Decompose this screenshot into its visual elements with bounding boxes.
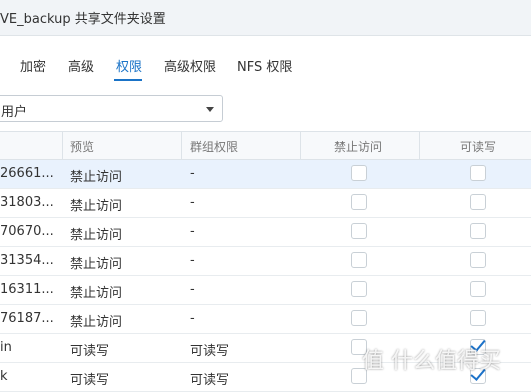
watermark-text: 值 什么值得买 xyxy=(362,349,501,374)
preview-permission: 可读写 xyxy=(70,373,110,388)
table-row[interactable]: 31803... 禁止访问 - xyxy=(0,189,531,218)
deny-access-checkbox[interactable] xyxy=(351,310,367,326)
title-bar: VE_backup 共享文件夹设置 xyxy=(0,0,531,36)
tab-bar: 加密 高级 权限 高级权限 NFS 权限 xyxy=(0,44,531,81)
active-tab-indicator xyxy=(114,79,142,81)
preview-permission: 禁止访问 xyxy=(70,170,123,185)
user-name: in xyxy=(0,340,12,355)
user-name: 31354... xyxy=(0,253,54,268)
header-read-write[interactable]: 可读写 xyxy=(460,138,496,155)
watermark-logo: 值 什么值得买 xyxy=(362,343,501,375)
preview-permission: 禁止访问 xyxy=(70,228,123,243)
window-title: VE_backup 共享文件夹设置 xyxy=(0,12,166,27)
chevron-down-icon xyxy=(206,107,214,112)
group-permission: - xyxy=(190,166,195,181)
table-header: 预览 群组权限 禁止访问 可读写 xyxy=(0,131,531,161)
group-permission: 可读写 xyxy=(190,344,230,359)
deny-access-checkbox[interactable] xyxy=(351,194,367,210)
deny-access-checkbox[interactable] xyxy=(351,223,367,239)
table-row[interactable]: 16311... 禁止访问 - xyxy=(0,276,531,305)
user-name: 31803... xyxy=(0,195,54,210)
preview-permission: 禁止访问 xyxy=(70,315,123,330)
header-group-permissions[interactable]: 群组权限 xyxy=(190,138,238,155)
group-permission: - xyxy=(190,282,195,297)
table-row[interactable]: 70670... 禁止访问 - xyxy=(0,218,531,247)
tab-advanced-permissions[interactable]: 高级权限 xyxy=(164,56,216,75)
table-row[interactable]: 76187... 禁止访问 - xyxy=(0,305,531,334)
tab-encryption[interactable]: 加密 xyxy=(20,56,46,75)
table-row[interactable]: 31354... 禁止访问 - xyxy=(0,247,531,276)
preview-permission: 禁止访问 xyxy=(70,257,123,272)
read-write-checkbox[interactable] xyxy=(470,223,486,239)
deny-access-checkbox[interactable] xyxy=(351,252,367,268)
tab-nfs-permissions[interactable]: NFS 权限 xyxy=(237,56,292,75)
read-write-checkbox[interactable] xyxy=(470,252,486,268)
group-permission: 可读写 xyxy=(190,373,230,388)
header-preview[interactable]: 预览 xyxy=(70,138,94,155)
user-name: k xyxy=(0,369,8,384)
deny-access-checkbox[interactable] xyxy=(351,281,367,297)
tab-advanced[interactable]: 高级 xyxy=(68,56,94,75)
column-divider xyxy=(62,132,63,161)
group-permission: - xyxy=(190,311,195,326)
header-deny-access[interactable]: 禁止访问 xyxy=(334,138,382,155)
group-permission: - xyxy=(190,224,195,239)
deny-access-checkbox[interactable] xyxy=(351,165,367,181)
read-write-checkbox[interactable] xyxy=(470,194,486,210)
preview-permission: 禁止访问 xyxy=(70,199,123,214)
column-divider xyxy=(300,132,301,161)
preview-permission: 禁止访问 xyxy=(70,286,123,301)
group-permission: - xyxy=(190,253,195,268)
column-divider xyxy=(181,132,182,161)
user-type-value: 用户 xyxy=(1,105,28,120)
table-row[interactable]: 26661... 禁止访问 - xyxy=(0,160,531,189)
user-name: 70670... xyxy=(0,224,54,239)
read-write-checkbox[interactable] xyxy=(470,165,486,181)
user-type-select[interactable]: 用户 xyxy=(0,95,223,122)
column-divider xyxy=(419,132,420,161)
read-write-checkbox[interactable] xyxy=(470,310,486,326)
user-name: 76187... xyxy=(0,311,54,326)
user-name: 26661... xyxy=(0,166,54,181)
preview-permission: 可读写 xyxy=(70,344,110,359)
group-permission: - xyxy=(190,195,195,210)
read-write-checkbox[interactable] xyxy=(470,281,486,297)
user-name: 16311... xyxy=(0,282,54,297)
tab-permissions[interactable]: 权限 xyxy=(116,56,142,75)
